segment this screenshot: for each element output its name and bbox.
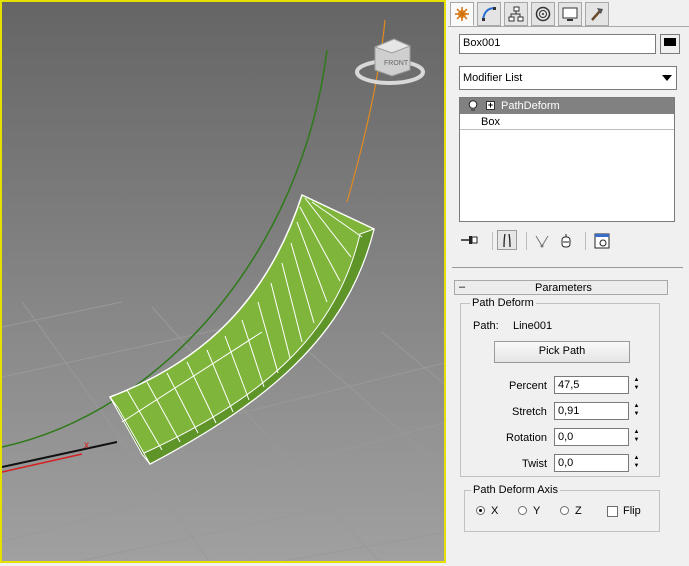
deformed-box[interactable] <box>108 193 375 465</box>
path-label: Path: <box>473 320 499 332</box>
stack-item-box[interactable]: Box <box>460 114 674 130</box>
rollout-title: Parameters <box>535 282 592 294</box>
rotation-spinner[interactable]: ▲ ▼ <box>632 428 641 446</box>
viewcube[interactable]: FRONT <box>355 38 425 85</box>
axis-x-radio[interactable] <box>476 506 485 515</box>
stack-item-pathdeform[interactable]: + PathDeform <box>460 98 674 114</box>
lightbulb-icon[interactable] <box>468 100 478 112</box>
collapse-icon: – <box>459 281 466 293</box>
world-x-axis <box>2 453 83 473</box>
chevron-down-icon <box>662 75 672 81</box>
motion-tab[interactable] <box>531 2 555 26</box>
pin-stack-icon <box>461 236 478 244</box>
make-unique-icon <box>535 235 549 248</box>
object-name-field[interactable]: Box001 <box>459 34 656 54</box>
modifier-list-dropdown[interactable]: Modifier List <box>459 66 677 90</box>
configure-modifier-sets-icon <box>594 233 610 249</box>
motion-icon <box>535 6 551 22</box>
show-end-result-button[interactable] <box>497 230 517 250</box>
flip-checkbox[interactable] <box>607 506 618 517</box>
group-title: Path Deform <box>470 297 536 309</box>
configure-modifier-sets-button[interactable] <box>594 233 610 249</box>
stack-item-label: PathDeform <box>501 100 560 112</box>
command-panel: Box001 Modifier List + PathDeform Box – … <box>448 0 689 566</box>
make-unique-button[interactable] <box>534 233 550 249</box>
world-axis-line <box>2 441 118 468</box>
axis-x-label: X <box>491 505 499 517</box>
pick-path-button[interactable]: Pick Path <box>494 341 630 363</box>
viewport-scene: x FRONT <box>2 19 444 561</box>
stack-item-label: Box <box>481 116 500 128</box>
perspective-viewport[interactable]: x FRONT <box>0 0 446 563</box>
flip-label: Flip <box>623 505 641 517</box>
axis-z-radio[interactable] <box>560 506 569 515</box>
modify-tab[interactable] <box>477 2 501 26</box>
percent-label: Percent <box>509 380 547 392</box>
path-value: Line001 <box>513 320 553 332</box>
twist-field[interactable]: 0,0 <box>554 454 629 472</box>
hierarchy-tab[interactable] <box>504 2 528 26</box>
pin-stack-button[interactable] <box>461 234 481 248</box>
stretch-label: Stretch <box>512 406 547 418</box>
utilities-icon <box>591 8 603 21</box>
modify-icon <box>482 7 496 21</box>
hierarchy-icon <box>508 6 524 22</box>
rotation-label: Rotation <box>506 432 547 444</box>
show-end-result-icon <box>503 233 511 248</box>
stretch-spinner[interactable]: ▲ ▼ <box>632 402 641 420</box>
parameters-rollout-header[interactable]: – Parameters <box>454 280 668 295</box>
twist-label: Twist <box>522 458 548 470</box>
percent-spinner[interactable]: ▲ ▼ <box>632 376 641 394</box>
expand-plus-icon[interactable]: + <box>486 101 495 110</box>
axis-y-label: Y <box>533 505 541 517</box>
twist-spinner[interactable]: ▲ ▼ <box>632 454 641 472</box>
axis-y-radio[interactable] <box>518 506 527 515</box>
modifier-list-label: Modifier List <box>463 72 523 84</box>
axis-z-label: Z <box>575 505 582 517</box>
x-axis-label: x <box>84 440 89 451</box>
percent-field[interactable]: 47,5 <box>554 376 629 394</box>
modifier-stack: + PathDeform Box <box>459 97 675 222</box>
viewcube-front-label: FRONT <box>384 60 409 67</box>
pick-path-label: Pick Path <box>538 345 586 357</box>
create-tab[interactable] <box>450 2 474 26</box>
display-icon <box>562 7 578 21</box>
rotation-field[interactable]: 0,0 <box>554 428 629 446</box>
object-color-swatch[interactable] <box>660 34 680 54</box>
stretch-field[interactable]: 0,91 <box>554 402 629 420</box>
axis-group-title: Path Deform Axis <box>471 484 560 496</box>
display-tab[interactable] <box>558 2 582 26</box>
remove-modifier-button[interactable] <box>558 233 574 249</box>
remove-modifier-icon <box>561 234 571 248</box>
utilities-tab[interactable] <box>585 2 609 26</box>
create-icon <box>455 7 469 21</box>
